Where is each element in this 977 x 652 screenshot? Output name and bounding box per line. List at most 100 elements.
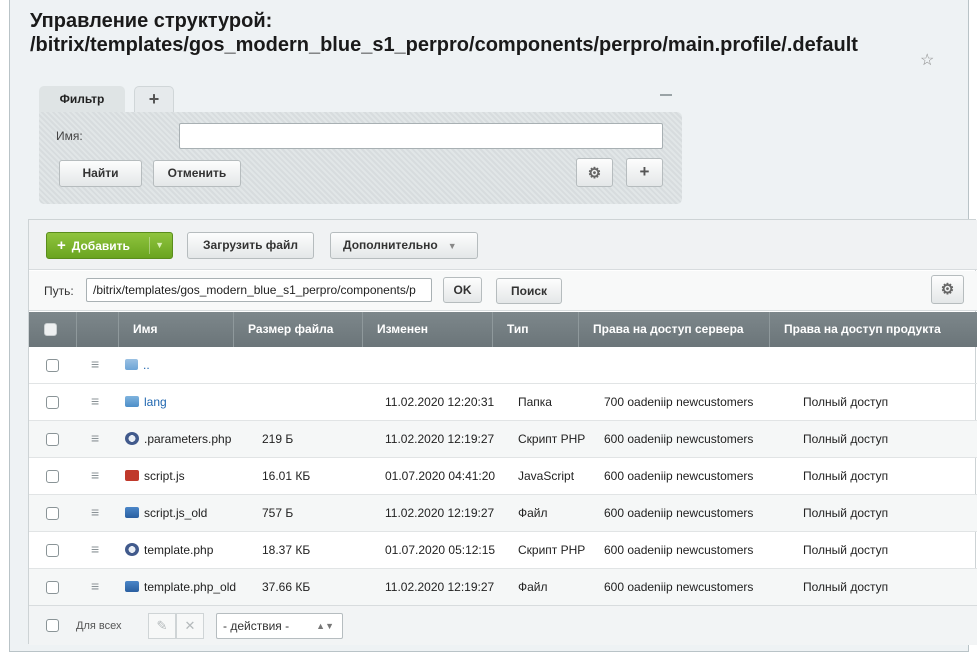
name-input[interactable] bbox=[179, 123, 663, 149]
add-filter-tab-button[interactable]: + bbox=[134, 86, 174, 112]
edit-button[interactable]: ✎ bbox=[148, 613, 176, 639]
table-header: Имя Размер файла Изменен Тип Права на до… bbox=[29, 312, 977, 347]
add-button-label: Добавить bbox=[71, 239, 130, 253]
row-name-cell[interactable]: template.php_old bbox=[125, 569, 236, 606]
row-server-rights: 600 oadeniip newcustomers bbox=[604, 432, 754, 446]
php-file-icon bbox=[125, 543, 139, 557]
actions-select[interactable]: - действия - ▲▼ bbox=[216, 613, 343, 639]
row-modified: 11.02.2020 12:19:27 bbox=[385, 506, 495, 520]
row-product-rights: Полный доступ bbox=[803, 469, 889, 483]
row-product-rights: Полный доступ bbox=[803, 543, 889, 557]
star-icon[interactable]: ☆ bbox=[920, 50, 934, 70]
row-type: Скрипт PHP bbox=[518, 543, 586, 557]
row-menu-icon[interactable]: ≡ bbox=[91, 384, 99, 421]
row-checkbox[interactable] bbox=[46, 470, 59, 483]
row-menu-icon[interactable]: ≡ bbox=[91, 532, 99, 569]
row-name-cell[interactable]: lang bbox=[125, 384, 167, 421]
row-type: Папка bbox=[518, 395, 552, 409]
cancel-button[interactable]: Отменить bbox=[153, 160, 241, 187]
row-name[interactable]: script.js_old bbox=[144, 506, 207, 520]
delete-button[interactable]: ✕ bbox=[176, 613, 204, 639]
row-server-rights: 600 oadeniip newcustomers bbox=[604, 543, 754, 557]
row-menu-icon[interactable]: ≡ bbox=[91, 421, 99, 458]
column-size-header[interactable]: Размер файла bbox=[233, 312, 362, 347]
row-menu-icon[interactable]: ≡ bbox=[91, 347, 99, 384]
row-name[interactable]: script.js bbox=[144, 469, 185, 483]
chevron-down-icon[interactable]: ▼ bbox=[155, 233, 164, 258]
row-checkbox[interactable] bbox=[46, 396, 59, 409]
table-row[interactable]: ≡ script.js_old 757 Б 11.02.2020 12:19:27 Фа… bbox=[29, 495, 977, 532]
select-arrows-icon: ▲▼ bbox=[316, 621, 334, 631]
row-name[interactable]: template.php_old bbox=[144, 580, 236, 594]
row-name[interactable]: template.php bbox=[144, 543, 213, 557]
page-title-path: /bitrix/templates/gos_modern_blue_s1_per… bbox=[30, 34, 858, 56]
row-size: 37.66 КБ bbox=[262, 580, 311, 594]
gear-icon: ⚙ bbox=[940, 281, 955, 298]
row-name-cell[interactable]: .. bbox=[125, 347, 150, 384]
row-type: JavaScript bbox=[518, 469, 575, 483]
column-type-header[interactable]: Тип bbox=[492, 312, 578, 347]
grid-settings-button[interactable]: ⚙ bbox=[931, 275, 964, 304]
row-product-rights: Полный доступ bbox=[803, 580, 889, 594]
row-server-rights: 600 oadeniip newcustomers bbox=[604, 506, 754, 520]
table-row[interactable]: ≡.. bbox=[29, 347, 977, 384]
row-modified: 01.07.2020 05:12:15 bbox=[385, 543, 496, 557]
row-menu-icon[interactable]: ≡ bbox=[91, 458, 99, 495]
row-checkbox[interactable] bbox=[46, 359, 59, 372]
row-name-cell[interactable]: script.js_old bbox=[125, 495, 207, 532]
row-menu-icon[interactable]: ≡ bbox=[91, 495, 99, 532]
file-icon bbox=[125, 507, 139, 519]
row-name[interactable]: .parameters.php bbox=[144, 432, 231, 446]
plus-icon: + bbox=[57, 237, 66, 254]
row-name-cell[interactable]: script.js bbox=[125, 458, 185, 495]
filter-settings-button[interactable]: ⚙ bbox=[576, 158, 613, 187]
row-name[interactable]: .. bbox=[143, 358, 150, 372]
path-input[interactable]: /bitrix/templates/gos_modern_blue_s1_per… bbox=[86, 278, 432, 302]
column-product-rights-header[interactable]: Права на доступ продукта bbox=[769, 312, 977, 347]
column-server-rights-header[interactable]: Права на доступ сервера bbox=[578, 312, 769, 347]
table-row[interactable]: ≡ template.php 18.37 КБ 01.07.2020 05:12:15… bbox=[29, 532, 977, 569]
column-modified-header[interactable]: Изменен bbox=[362, 312, 492, 347]
row-name-cell[interactable]: template.php bbox=[125, 532, 213, 569]
folder-icon bbox=[125, 396, 139, 408]
row-product-rights: Полный доступ bbox=[803, 506, 889, 520]
column-actions-header bbox=[76, 312, 118, 347]
row-checkbox[interactable] bbox=[46, 433, 59, 446]
collapse-filter-icon[interactable] bbox=[660, 94, 672, 96]
row-type: Файл bbox=[518, 580, 548, 594]
page-title-line1: Управление структурой: bbox=[30, 10, 273, 32]
actions-select-value: - действия - bbox=[223, 619, 290, 633]
row-type: Файл bbox=[518, 506, 548, 520]
pencil-icon: ✎ bbox=[156, 618, 168, 633]
row-size: 16.01 КБ bbox=[262, 469, 311, 483]
row-checkbox[interactable] bbox=[46, 544, 59, 557]
table-row[interactable]: ≡ .parameters.php 219 Б 11.02.2020 12:19:27… bbox=[29, 421, 977, 458]
row-modified: 11.02.2020 12:19:27 bbox=[385, 432, 495, 446]
path-label: Путь: bbox=[44, 284, 74, 298]
upload-file-button[interactable]: Загрузить файл bbox=[187, 232, 314, 259]
php-file-icon bbox=[125, 432, 139, 446]
row-server-rights: 600 oadeniip newcustomers bbox=[604, 469, 754, 483]
table-row[interactable]: ≡ lang 11.02.2020 12:20:31 Папка 700 oadenii… bbox=[29, 384, 977, 421]
row-name-cell[interactable]: .parameters.php bbox=[125, 421, 231, 458]
add-button[interactable]: + Добавить ▼ bbox=[46, 232, 173, 259]
file-manager-panel: + Добавить ▼ Загрузить файл Дополнительно… bbox=[28, 219, 977, 645]
row-server-rights: 700 oadeniip newcustomers bbox=[604, 395, 754, 409]
row-name[interactable]: lang bbox=[144, 395, 167, 409]
row-size: 219 Б bbox=[262, 432, 294, 446]
column-name-header[interactable]: Имя bbox=[118, 312, 233, 347]
add-filter-field-button[interactable]: + bbox=[626, 158, 663, 187]
row-checkbox[interactable] bbox=[46, 507, 59, 520]
folder-up-icon bbox=[125, 359, 138, 371]
select-all-footer-checkbox[interactable] bbox=[46, 619, 59, 632]
select-all-checkbox[interactable] bbox=[44, 323, 57, 336]
window-frame: Управление структурой: /bitrix/templates… bbox=[9, 0, 977, 652]
find-button[interactable]: Найти bbox=[59, 160, 142, 187]
more-button[interactable]: Дополнительно ▼ bbox=[330, 232, 478, 259]
table-row[interactable]: ≡ template.php_old 37.66 КБ 11.02.2020 12:1… bbox=[29, 569, 977, 606]
path-ok-button[interactable]: OK bbox=[443, 277, 482, 303]
row-checkbox[interactable] bbox=[46, 581, 59, 594]
table-row[interactable]: ≡ script.js 16.01 КБ 01.07.2020 04:41:20 Jav… bbox=[29, 458, 977, 495]
search-button[interactable]: Поиск bbox=[496, 278, 562, 304]
row-menu-icon[interactable]: ≡ bbox=[91, 569, 99, 606]
